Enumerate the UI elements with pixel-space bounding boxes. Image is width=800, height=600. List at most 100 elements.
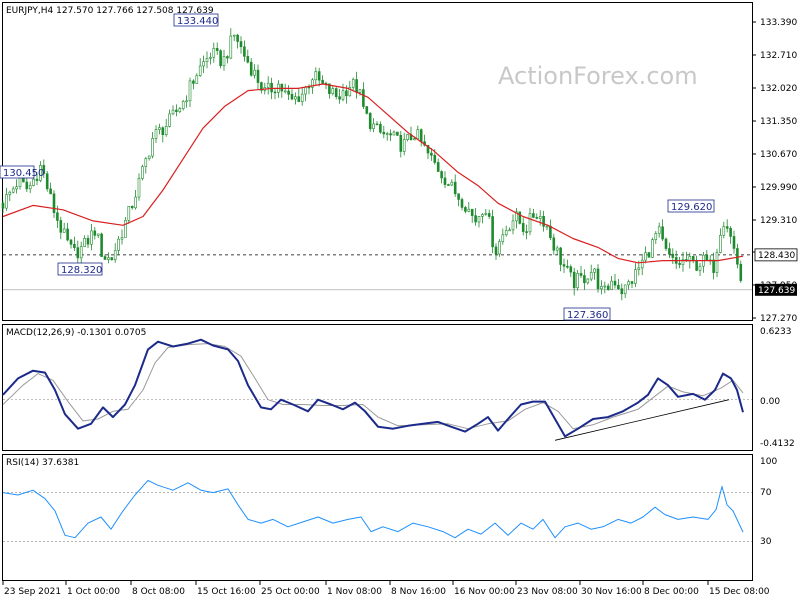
rsi-line bbox=[2, 479, 744, 539]
candle-body bbox=[49, 188, 52, 195]
candle-body bbox=[297, 96, 301, 102]
candle-body bbox=[164, 126, 168, 135]
candle-body bbox=[188, 80, 192, 102]
candle-body bbox=[113, 250, 117, 261]
candle-body bbox=[62, 228, 66, 233]
candle-body bbox=[341, 90, 345, 100]
candle-body bbox=[215, 48, 219, 51]
candle-body bbox=[644, 252, 647, 261]
candle-body bbox=[678, 263, 681, 265]
candle-body bbox=[209, 56, 212, 59]
candle-body bbox=[178, 108, 182, 112]
candle-body bbox=[294, 96, 297, 100]
time-axis-tick-label: 1 Nov 08:00 bbox=[327, 587, 382, 597]
candle-body bbox=[243, 46, 246, 57]
candle-body bbox=[443, 177, 447, 185]
candle-body bbox=[487, 213, 491, 217]
candle-body bbox=[634, 269, 637, 284]
candle-body bbox=[181, 101, 185, 109]
candle-body bbox=[498, 241, 501, 255]
candle-body bbox=[460, 199, 464, 208]
candle-body bbox=[385, 133, 389, 135]
candle-body bbox=[379, 124, 382, 133]
rsi-layer bbox=[2, 479, 752, 542]
candle-body bbox=[596, 268, 600, 290]
time-axis-tick-label: 16 Nov 00:00 bbox=[454, 587, 515, 597]
candle-body bbox=[290, 94, 294, 100]
candle-body bbox=[219, 50, 222, 67]
candle-body bbox=[45, 173, 49, 190]
candle-body bbox=[739, 263, 743, 281]
candle-body bbox=[338, 96, 341, 100]
candle-body bbox=[232, 34, 236, 37]
candle-body bbox=[651, 239, 654, 258]
candle-body bbox=[715, 252, 719, 273]
candle-body bbox=[576, 273, 579, 289]
candle-body bbox=[368, 113, 372, 129]
candle-body bbox=[32, 178, 35, 186]
price-layer: 130.450 128.320 133.440 127.360 129.620 bbox=[0, 13, 752, 321]
candle-body bbox=[141, 166, 144, 179]
candle-body bbox=[600, 286, 603, 290]
candle-body bbox=[351, 79, 355, 88]
candle-body bbox=[86, 238, 90, 245]
support-price-label: 128.430 bbox=[758, 251, 795, 261]
candle-body bbox=[457, 193, 460, 200]
candle-body bbox=[484, 213, 488, 215]
candle-body bbox=[593, 268, 596, 273]
candle-body bbox=[198, 65, 202, 76]
candle-body bbox=[317, 71, 321, 81]
candle-body bbox=[107, 257, 110, 260]
price-annotation-label: 127.360 bbox=[567, 310, 608, 321]
candle-body bbox=[392, 131, 396, 136]
candle-body bbox=[474, 215, 477, 223]
candle-body bbox=[555, 247, 559, 251]
candle-body bbox=[83, 238, 86, 247]
candle-body bbox=[416, 129, 420, 139]
candle-body bbox=[603, 285, 607, 288]
candle-body bbox=[566, 265, 569, 268]
candle-body bbox=[542, 215, 545, 227]
candle-body bbox=[511, 220, 515, 231]
candle-body bbox=[668, 248, 671, 255]
candle-body bbox=[195, 75, 199, 84]
candle-body bbox=[552, 237, 556, 251]
candle-body bbox=[175, 109, 178, 112]
candle-body bbox=[481, 214, 484, 217]
candle-body bbox=[8, 191, 12, 195]
candle-body bbox=[579, 273, 583, 276]
candle-body bbox=[35, 178, 39, 181]
candle-body bbox=[134, 196, 137, 209]
candle-body bbox=[617, 284, 620, 290]
candle-body bbox=[606, 285, 610, 290]
candle-body bbox=[569, 266, 573, 273]
candle-body bbox=[52, 193, 56, 214]
candle-body bbox=[491, 216, 494, 248]
candle-body bbox=[725, 226, 729, 229]
candle-body bbox=[657, 226, 661, 234]
candle-body bbox=[239, 41, 243, 48]
candle-body bbox=[334, 88, 338, 97]
time-axis-tick-label: 8 Nov 16:00 bbox=[391, 587, 446, 597]
candle-body bbox=[161, 127, 165, 135]
candle-body bbox=[287, 90, 290, 95]
candle-body bbox=[212, 48, 216, 58]
candle-body bbox=[528, 213, 532, 233]
candle-body bbox=[620, 288, 624, 295]
candle-body bbox=[124, 220, 127, 238]
price-axis-tick-label: 132.020 bbox=[760, 84, 797, 94]
candle-body bbox=[345, 90, 348, 97]
price-annotation-label: 133.440 bbox=[177, 16, 218, 27]
candle-body bbox=[538, 215, 542, 219]
candle-body bbox=[18, 177, 22, 188]
current-price-label: 127.639 bbox=[758, 286, 795, 296]
candle-body bbox=[698, 265, 702, 271]
candle-body bbox=[671, 253, 675, 258]
candle-body bbox=[572, 271, 576, 289]
candle-body bbox=[362, 89, 365, 107]
candle-body bbox=[56, 212, 59, 221]
candle-body bbox=[171, 109, 175, 115]
candle-body bbox=[736, 248, 739, 265]
macd-axis-tick-label: 0.00 bbox=[760, 397, 780, 407]
candle-body bbox=[504, 230, 508, 236]
